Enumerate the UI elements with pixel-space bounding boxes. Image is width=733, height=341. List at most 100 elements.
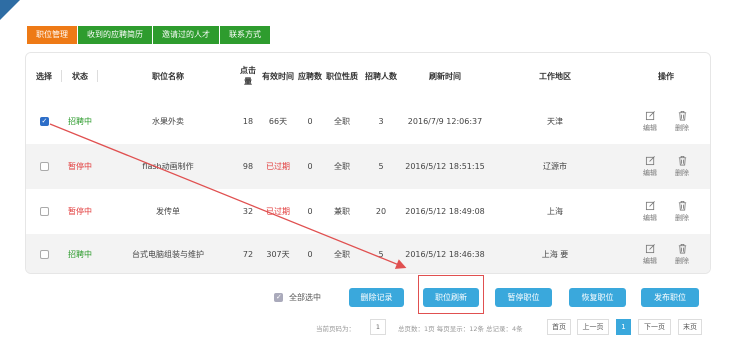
- row-valid: 66天: [268, 117, 288, 126]
- delete-button[interactable]: 删除: [675, 243, 689, 266]
- row-status: 暂停中: [68, 207, 92, 216]
- table-row: 暂停中 发传单 32 已过期 0 兼职 20 2016/5/12 18:49:0…: [26, 189, 710, 234]
- row-time: 2016/7/9 12:06:37: [407, 117, 483, 126]
- header-area: 工作地区: [539, 71, 571, 81]
- tab-contact-info[interactable]: 联系方式: [220, 26, 271, 44]
- jobs-table: 选择 状态 职位名称 点击量 有效时间 应聘数 职位性质 招聘人数 刷新时间 工…: [25, 52, 711, 274]
- header-applicants: 应聘数: [298, 71, 322, 81]
- row-time: 2016/5/12 18:51:15: [405, 162, 485, 171]
- row-time: 2016/5/12 18:49:08: [405, 207, 485, 216]
- page-summary: 总页数：1页 每页显示：12条 总记录：4条: [398, 325, 523, 333]
- row-clicks: 18: [242, 117, 254, 126]
- header-clicks: 点击量: [240, 66, 256, 86]
- header-name: 职位名称: [152, 71, 184, 81]
- current-page-label: 当前页码为：: [316, 325, 355, 333]
- tab-received-resumes[interactable]: 收到的应聘简历: [78, 26, 153, 44]
- edit-button[interactable]: 编辑: [643, 110, 657, 133]
- edit-label: 编辑: [643, 214, 657, 222]
- prev-page-button[interactable]: 上一页: [577, 319, 609, 335]
- tab-bar: 职位管理 收到的应聘简历 邀请过的人才 联系方式: [27, 26, 271, 44]
- trash-icon: [678, 200, 686, 211]
- trash-icon: [678, 243, 686, 254]
- edit-button[interactable]: 编辑: [643, 200, 657, 223]
- row-job-name[interactable]: 水果外卖: [98, 99, 238, 144]
- delete-button[interactable]: 删除: [675, 110, 689, 133]
- select-all-checkbox[interactable]: 全部选中: [274, 292, 321, 303]
- row-count: 5: [378, 162, 384, 171]
- row-applicants: 0: [307, 207, 313, 216]
- row-checkbox[interactable]: [39, 162, 49, 171]
- header-type: 职位性质: [326, 71, 358, 81]
- next-page-button[interactable]: 下一页: [638, 319, 671, 335]
- header-ops: 操作: [658, 71, 674, 81]
- edit-label: 编辑: [643, 257, 657, 265]
- header-status: 状态: [62, 53, 98, 99]
- last-page-button[interactable]: 末页: [678, 319, 702, 335]
- row-type: 全职: [334, 162, 350, 171]
- edit-icon: [645, 244, 655, 254]
- delete-label: 删除: [675, 214, 689, 222]
- row-applicants: 0: [307, 117, 313, 126]
- current-page-button[interactable]: 1: [616, 319, 631, 335]
- restore-job-button[interactable]: 恢复职位: [569, 288, 626, 307]
- row-checkbox[interactable]: [39, 117, 49, 126]
- corner-decoration: [0, 0, 20, 20]
- row-applicants: 0: [307, 250, 313, 259]
- row-status: 招聘中: [68, 250, 92, 259]
- row-job-name[interactable]: 发传单: [98, 189, 238, 234]
- edit-label: 编辑: [643, 124, 657, 132]
- delete-button[interactable]: 删除: [675, 200, 689, 223]
- edit-icon: [645, 156, 655, 166]
- row-clicks: 98: [242, 162, 254, 171]
- row-checkbox[interactable]: [39, 250, 49, 259]
- row-count: 3: [378, 117, 384, 126]
- pause-job-button[interactable]: 暂停职位: [495, 288, 552, 307]
- row-valid: 已过期: [266, 162, 290, 171]
- current-page-box: 1: [370, 319, 386, 335]
- row-checkbox[interactable]: [39, 207, 49, 216]
- row-valid: 307天: [266, 250, 290, 259]
- delete-label: 删除: [675, 124, 689, 132]
- row-clicks: 32: [242, 207, 254, 216]
- action-bar: 全部选中 删除记录 职位刷新 暂停职位 恢复职位 发布职位: [0, 288, 733, 308]
- delete-label: 删除: [675, 257, 689, 265]
- row-area: 辽源市: [543, 162, 567, 171]
- edit-button[interactable]: 编辑: [643, 243, 657, 266]
- row-type: 全职: [334, 250, 350, 259]
- edit-button[interactable]: 编辑: [643, 155, 657, 178]
- delete-button[interactable]: 删除: [675, 155, 689, 178]
- tab-job-management[interactable]: 职位管理: [27, 26, 78, 44]
- delete-records-button[interactable]: 删除记录: [349, 288, 404, 307]
- row-area: 上海 要: [541, 250, 569, 259]
- pagination: 当前页码为： 1 总页数：1页 每页显示：12条 总记录：4条 首页 上一页 1…: [0, 319, 733, 336]
- row-clicks: 72: [242, 250, 254, 259]
- row-count: 5: [378, 250, 384, 259]
- highlight-box: [418, 275, 484, 314]
- row-job-name[interactable]: flash动画制作: [98, 144, 238, 189]
- first-page-button[interactable]: 首页: [547, 319, 571, 335]
- row-status: 暂停中: [68, 162, 92, 171]
- table-row: 暂停中 flash动画制作 98 已过期 0 全职 5 2016/5/12 18…: [26, 144, 710, 189]
- table-row: 招聘中 水果外卖 18 66天 0 全职 3 2016/7/9 12:06:37…: [26, 99, 710, 144]
- row-valid: 已过期: [266, 207, 290, 216]
- row-type: 全职: [334, 117, 350, 126]
- row-applicants: 0: [307, 162, 313, 171]
- edit-label: 编辑: [643, 169, 657, 177]
- header-time: 刷新时间: [429, 71, 461, 81]
- header-valid: 有效时间: [262, 71, 294, 81]
- header-count: 招聘人数: [365, 71, 397, 81]
- row-job-name[interactable]: 台式电脑组装与维护: [98, 234, 238, 273]
- select-all-label: 全部选中: [289, 293, 321, 302]
- table-row: 招聘中 台式电脑组装与维护 72 307天 0 全职 5 2016/5/12 1…: [26, 234, 710, 273]
- publish-job-button[interactable]: 发布职位: [641, 288, 699, 307]
- tab-invited-talents[interactable]: 邀请过的人才: [153, 26, 220, 44]
- row-type: 兼职: [334, 207, 350, 216]
- table-header: 选择 状态 职位名称 点击量 有效时间 应聘数 职位性质 招聘人数 刷新时间 工…: [26, 53, 710, 99]
- header-select: 选择: [26, 53, 62, 99]
- checkbox-icon: [274, 293, 283, 302]
- row-count: 20: [375, 207, 387, 216]
- trash-icon: [678, 110, 686, 121]
- edit-icon: [645, 201, 655, 211]
- row-area: 上海: [547, 207, 563, 216]
- delete-label: 删除: [675, 169, 689, 177]
